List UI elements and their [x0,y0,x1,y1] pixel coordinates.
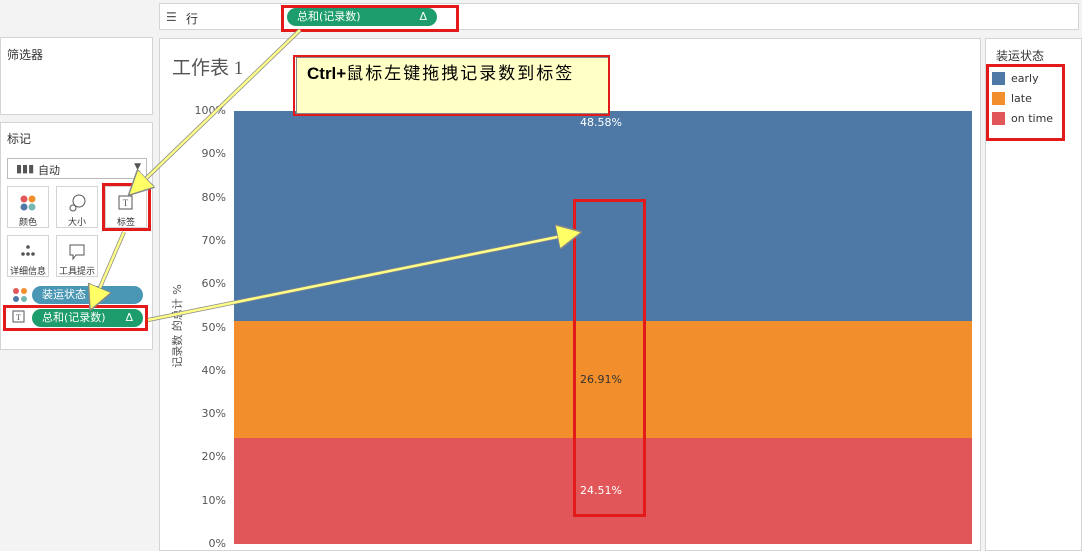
filters-title: 筛选器 [7,48,44,62]
chevron-down-icon: ▼ [134,162,141,172]
y-tick-label: 10% [201,493,226,507]
size-card-label: 大小 [67,218,86,228]
bar-chart-icon: ▮▮▮ [16,162,35,175]
y-axis-title: 记录数 的总计 % [169,246,184,406]
y-tick-label: 50% [201,320,226,334]
legend-title: 装运状态 [996,49,1045,63]
y-tick-label: 20% [201,450,226,464]
color-card-label: 颜色 [18,218,37,228]
marks-title: 标记 [7,132,32,146]
color-field-pill[interactable]: 装运状态 [32,286,143,304]
mark-type-label: 自动 [38,164,60,177]
label-card-highlight [102,183,151,231]
tooltip-card-label: 工具提示 [58,267,95,277]
labels-column-highlight [573,199,646,517]
y-tick-label: 90% [201,147,226,161]
data-label-early: 48.58% [580,116,622,129]
y-tick-label: 40% [201,363,226,377]
rows-pill-highlight [281,5,459,32]
detail-card-label: 详细信息 [9,267,46,277]
legend-highlight [986,64,1065,141]
y-tick-label: 30% [201,407,226,421]
list-icon: ☰ [166,10,177,24]
tooltip-card[interactable]: 工具提示 [56,235,98,277]
color-field-label: 装运状态 [42,288,86,301]
filters-panel: 筛选器 [0,37,153,115]
detail-dots-icon [21,245,35,256]
tooltip-icon [69,244,85,261]
y-axis-title-text: 记录数 的总计 % [171,284,184,368]
color-card[interactable]: 颜色 [7,186,49,228]
y-tick-label: 70% [201,233,226,247]
size-icon [69,194,86,212]
y-tick-label: 60% [201,277,226,291]
mark-type-dropdown[interactable]: ▮▮▮ 自动 ▼ [7,158,147,179]
color-field-icon [13,288,27,302]
callout-highlight [293,55,610,116]
color-dots-icon [20,195,36,211]
y-tick-label: 0% [208,537,226,550]
size-card[interactable]: 大小 [56,186,98,228]
detail-card[interactable]: 详细信息 [7,235,49,277]
y-tick-label: 80% [201,190,226,204]
y-tick-label: 100% [194,104,226,117]
label-field-highlight [3,305,148,331]
sheet-title: 工作表 1 [172,58,244,79]
rows-shelf-label: 行 [186,12,199,26]
